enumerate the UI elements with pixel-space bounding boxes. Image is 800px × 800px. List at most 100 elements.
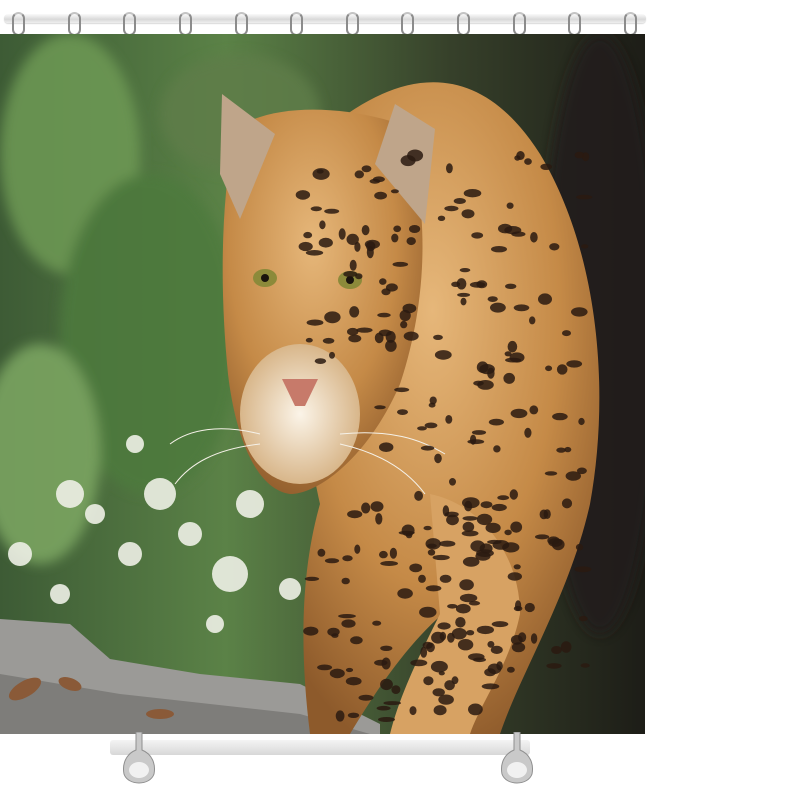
fur-spot xyxy=(430,660,448,673)
fur-spot xyxy=(427,549,436,556)
fur-spot xyxy=(556,447,566,453)
fur-spot xyxy=(434,350,452,360)
fur-spot xyxy=(439,540,456,547)
fur-spot xyxy=(496,661,503,671)
fur-spot xyxy=(418,574,426,583)
fur-spot xyxy=(366,246,374,259)
curtain-ring xyxy=(178,12,192,36)
fur-spot xyxy=(578,417,585,426)
fur-spot xyxy=(428,402,436,408)
curtain-ring xyxy=(290,12,304,36)
fur-spot xyxy=(471,232,484,239)
fur-spot xyxy=(374,191,387,200)
fur-spot xyxy=(409,706,417,716)
fur-spot xyxy=(510,408,528,419)
curtain-ring xyxy=(401,12,415,36)
fur-spot xyxy=(432,554,450,561)
fur-spot xyxy=(414,490,423,501)
fur-spot xyxy=(324,208,340,214)
fur-spot xyxy=(338,228,346,240)
fur-spot xyxy=(423,525,432,531)
fur-spot xyxy=(347,327,359,336)
fur-spot xyxy=(345,677,362,686)
fur-spot xyxy=(515,600,522,611)
fur-spot xyxy=(314,358,327,364)
fur-spot xyxy=(505,357,522,363)
fur-spot xyxy=(378,329,392,337)
fur-spot xyxy=(444,205,459,212)
fur-spot xyxy=(381,657,391,670)
fur-spot xyxy=(434,453,442,464)
fur-spot xyxy=(582,152,590,162)
fur-spot xyxy=(451,676,459,685)
fur-spot xyxy=(462,516,478,521)
fur-spot xyxy=(349,306,360,318)
jaguar-left-pupil xyxy=(261,274,269,282)
fur-spot xyxy=(503,372,515,384)
fur-spot xyxy=(530,633,538,644)
fur-spot xyxy=(455,617,466,628)
fur-spot xyxy=(463,189,482,198)
fur-spot xyxy=(346,233,359,245)
fur-spot xyxy=(469,281,486,288)
fur-spot xyxy=(361,225,370,236)
fur-spot xyxy=(403,331,419,341)
fur-spot xyxy=(425,585,442,592)
fur-spot xyxy=(397,409,408,415)
fur-spot xyxy=(319,220,326,230)
fur-spot xyxy=(538,293,552,305)
fur-spot xyxy=(433,334,443,340)
fur-spot xyxy=(378,717,395,722)
fur-spot xyxy=(310,206,322,212)
fur-spot xyxy=(393,225,402,233)
fur-spot xyxy=(349,259,357,271)
fur-spot xyxy=(504,226,522,235)
fur-spot xyxy=(540,163,552,170)
jaguar-right-pupil xyxy=(346,276,354,284)
fur-spot xyxy=(529,405,539,415)
fur-spot xyxy=(473,380,484,386)
fur-spot xyxy=(513,304,530,312)
fur-spot xyxy=(471,430,487,435)
curtain-ring xyxy=(457,12,471,36)
fur-spot xyxy=(549,243,560,251)
fur-spot xyxy=(375,513,383,525)
fur-spot xyxy=(552,412,568,421)
fur-spot xyxy=(493,445,501,453)
fur-spot xyxy=(433,705,447,716)
fur-spot xyxy=(400,320,408,329)
fur-spot xyxy=(460,297,467,306)
fur-spot xyxy=(417,426,427,431)
fur-spot xyxy=(347,510,363,519)
fur-spot xyxy=(341,619,356,628)
fur-spot xyxy=(576,467,587,475)
fur-spot xyxy=(457,639,474,651)
fur-spot xyxy=(316,169,324,174)
fur-spot xyxy=(317,548,326,557)
fur-spot xyxy=(400,155,416,167)
fur-spot xyxy=(530,232,538,243)
fur-spot xyxy=(380,561,398,566)
fur-spot xyxy=(566,360,583,368)
fur-spot xyxy=(487,539,502,545)
fur-spot xyxy=(409,563,423,573)
fur-spot xyxy=(303,626,319,636)
fur-spot xyxy=(507,572,522,581)
fur-spot xyxy=(481,683,500,690)
fur-spot xyxy=(505,283,517,289)
fur-spot xyxy=(453,198,466,204)
fur-spot xyxy=(562,330,571,337)
curtain-ring xyxy=(624,12,637,36)
fur-spot xyxy=(406,237,416,246)
fur-spot xyxy=(447,604,458,609)
fur-spot xyxy=(543,509,551,519)
fur-spot xyxy=(329,351,335,359)
fur-spot xyxy=(303,231,313,239)
curtain-ring xyxy=(234,12,248,36)
fur-spot xyxy=(350,636,363,645)
fur-spot xyxy=(391,685,401,694)
fur-spot xyxy=(437,215,446,221)
curtain-panel xyxy=(0,34,645,734)
fur-spot xyxy=(377,312,391,318)
fur-spot xyxy=(324,311,341,324)
